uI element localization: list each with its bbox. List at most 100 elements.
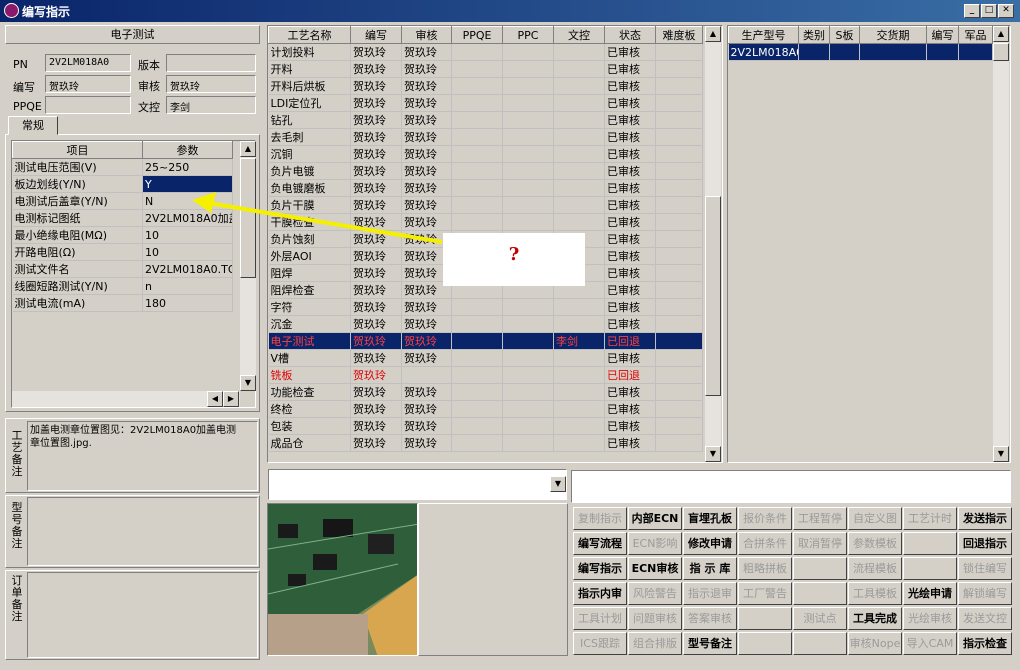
action-button[interactable]: 型号备注	[683, 632, 737, 655]
pn-field[interactable]: 2V2LM018A0	[45, 54, 131, 72]
action-button[interactable]: 测试点	[793, 607, 847, 630]
action-button[interactable]: 修改申请	[683, 532, 737, 555]
process-col-header[interactable]: PPC	[502, 26, 554, 44]
order-note-text[interactable]	[27, 572, 258, 658]
process-row[interactable]: 开料 贺玖玲 贺玖玲 已审核	[268, 60, 703, 78]
action-button[interactable]: 盲埋孔板	[683, 507, 737, 530]
order-col-header[interactable]: 类别	[798, 26, 830, 44]
action-button[interactable]: 锁住编写	[958, 557, 1012, 580]
process-col-header[interactable]: 编写	[350, 26, 402, 44]
action-button[interactable]: 工具完成	[848, 607, 902, 630]
action-button[interactable]: 合拼条件	[738, 532, 792, 555]
process-row[interactable]: 钻孔 贺玖玲 贺玖玲 已审核	[268, 111, 703, 129]
action-button[interactable]: 报价条件	[738, 507, 792, 530]
action-button[interactable]: 组合排版	[628, 632, 682, 655]
action-button[interactable]: 复制指示	[573, 507, 627, 530]
close-icon[interactable]: ✕	[998, 4, 1014, 18]
scroll-down-icon[interactable]: ▼	[705, 446, 721, 462]
process-row[interactable]: 沉金 贺玖玲 贺玖玲 已审核	[268, 315, 703, 333]
process-row[interactable]: 计划投料 贺玖玲 贺玖玲 已审核	[268, 43, 703, 61]
process-col-header[interactable]: 审核	[401, 26, 452, 44]
action-button[interactable]: 编写流程	[573, 532, 627, 555]
tab-general[interactable]: 常规	[8, 116, 58, 135]
scroll-up-icon[interactable]: ▲	[705, 26, 721, 42]
process-row[interactable]: 终检 贺玖玲 贺玖玲 已审核	[268, 400, 703, 418]
restore-icon[interactable]: □	[981, 4, 997, 18]
action-button[interactable]: 答案审核	[683, 607, 737, 630]
review-field[interactable]: 贺玖玲	[166, 75, 256, 93]
process-row[interactable]: 成品仓 贺玖玲 贺玖玲 已审核	[268, 434, 703, 452]
author-field[interactable]: 贺玖玲	[45, 75, 131, 93]
message-input[interactable]	[571, 470, 1011, 503]
action-button[interactable]: 审核Nope	[848, 632, 902, 655]
action-button[interactable]: 工具计划	[573, 607, 627, 630]
blank-button[interactable]	[738, 632, 792, 655]
param-value[interactable]: n	[142, 277, 233, 295]
process-row[interactable]: V槽 贺玖玲 贺玖玲 已审核	[268, 349, 703, 367]
minimize-icon[interactable]: _	[964, 4, 980, 18]
action-button[interactable]: 发送指示	[958, 507, 1012, 530]
param-header-item[interactable]: 项目	[12, 141, 143, 159]
process-row[interactable]: 去毛刺 贺玖玲 贺玖玲 已审核	[268, 128, 703, 146]
action-button[interactable]: 工具模板	[848, 582, 902, 605]
param-row[interactable]: 测试电压范围(V) 25~250	[12, 158, 233, 176]
param-value[interactable]: 180	[142, 294, 233, 312]
param-hscroll[interactable]: ◀ ▶	[12, 391, 240, 407]
process-row[interactable]: 包装 贺玖玲 贺玖玲 已审核	[268, 417, 703, 435]
param-row[interactable]: 线圈短路测试(Y/N) n	[12, 277, 233, 295]
blank-button[interactable]	[793, 632, 847, 655]
scroll-up-icon[interactable]: ▲	[240, 141, 256, 157]
scroll-left-icon[interactable]: ◀	[207, 391, 223, 407]
process-row[interactable]: 功能检查 贺玖玲 贺玖玲 已审核	[268, 383, 703, 401]
order-vscroll[interactable]: ▲ ▼	[993, 26, 1009, 462]
blank-button[interactable]	[738, 607, 792, 630]
process-vscroll[interactable]: ▲ ▼	[705, 26, 721, 462]
order-col-header[interactable]: 编写	[926, 26, 959, 44]
action-button[interactable]: 工艺计时	[903, 507, 957, 530]
process-row[interactable]: 沉铜 贺玖玲 贺玖玲 已审核	[268, 145, 703, 163]
process-row[interactable]: 开料后烘板 贺玖玲 贺玖玲 已审核	[268, 77, 703, 95]
action-button[interactable]: 指示内审	[573, 582, 627, 605]
process-row[interactable]: 电子测试 贺玖玲 贺玖玲 李剑 已回退	[268, 332, 703, 350]
param-value[interactable]: 2V2LM018A0.TGZ	[142, 260, 233, 278]
action-button[interactable]: 发送文控	[958, 607, 1012, 630]
order-col-header[interactable]: S板	[829, 26, 860, 44]
process-col-header[interactable]: 难度板	[655, 26, 703, 44]
order-col-header[interactable]: 生产型号	[728, 26, 799, 44]
wenkong-field[interactable]: 李剑	[166, 96, 256, 114]
scroll-thumb[interactable]	[993, 43, 1009, 61]
blank-button[interactable]	[903, 557, 957, 580]
scroll-down-icon[interactable]: ▼	[993, 446, 1009, 462]
param-value[interactable]: 25~250	[142, 158, 233, 176]
blank-button[interactable]	[793, 557, 847, 580]
action-button[interactable]: 工厂警告	[738, 582, 792, 605]
action-button[interactable]: 光绘申请	[903, 582, 957, 605]
process-col-header[interactable]: PPQE	[451, 26, 503, 44]
action-button[interactable]: 内部ECN	[628, 507, 682, 530]
order-col-header[interactable]: 军品	[958, 26, 993, 44]
scroll-up-icon[interactable]: ▲	[993, 26, 1009, 42]
process-col-header[interactable]: 状态	[604, 26, 656, 44]
dropdown-arrow-icon[interactable]: ▼	[550, 476, 566, 492]
param-row[interactable]: 测试电流(mA) 180	[12, 294, 233, 312]
param-row[interactable]: 测试文件名2V2LM018A0.TGZ	[12, 260, 233, 278]
order-col-header[interactable]: 交货期	[859, 26, 927, 44]
action-button[interactable]: 回退指示	[958, 532, 1012, 555]
blank-button[interactable]	[903, 532, 957, 555]
action-button[interactable]: 解锁编写	[958, 582, 1012, 605]
param-vscroll[interactable]: ▲ ▼	[240, 141, 256, 391]
version-field[interactable]	[166, 54, 256, 72]
action-button[interactable]: 取消暂停	[793, 532, 847, 555]
action-button[interactable]: 粗略拼板	[738, 557, 792, 580]
action-button[interactable]: 编写指示	[573, 557, 627, 580]
action-button[interactable]: 指示检查	[958, 632, 1012, 655]
process-col-header[interactable]: 工艺名称	[268, 26, 351, 44]
action-button[interactable]: 导入CAM	[903, 632, 957, 655]
process-row[interactable]: LDI定位孔 贺玖玲 贺玖玲 已审核	[268, 94, 703, 112]
action-button[interactable]: 自定义图	[848, 507, 902, 530]
process-row[interactable]: 字符 贺玖玲 贺玖玲 已审核	[268, 298, 703, 316]
process-note-text[interactable]: 加盖电测章位置图见：2V2LM018A0加盖电测章位置图.jpg.	[27, 421, 258, 491]
process-row[interactable]: 铣板 贺玖玲 已回退	[268, 366, 703, 384]
param-header-value[interactable]: 参数	[142, 141, 233, 159]
action-button[interactable]: 风险警告	[628, 582, 682, 605]
